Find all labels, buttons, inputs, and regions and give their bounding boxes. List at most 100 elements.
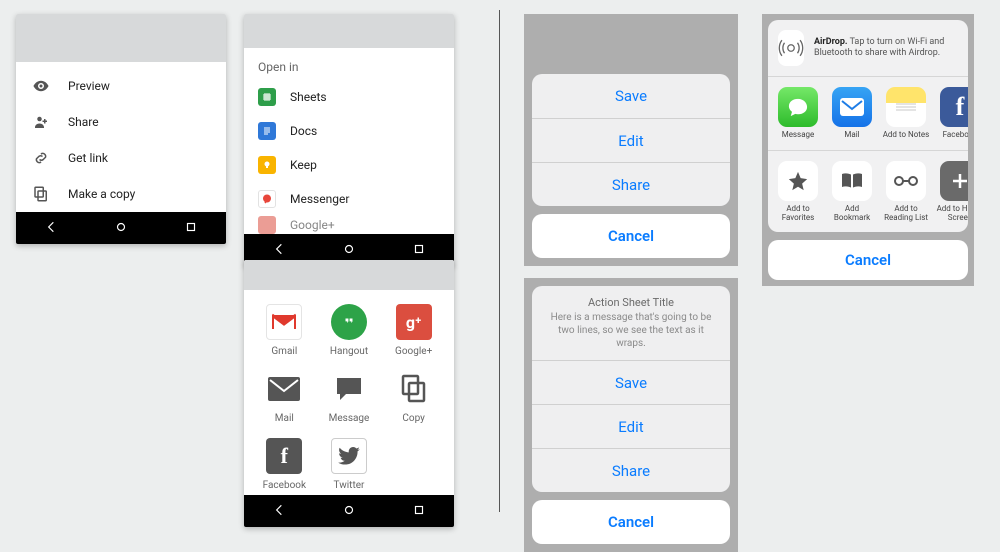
share-grid: Gmail Hangout g⁺ Google+ Mail Message Co…: [244, 290, 454, 495]
cancel-button[interactable]: Cancel: [768, 240, 968, 280]
menu-item-label: Share: [68, 115, 99, 129]
action-share[interactable]: Share: [532, 448, 730, 492]
eye-icon: [30, 77, 52, 95]
action-edit[interactable]: Edit: [532, 404, 730, 448]
action-add-bookmark[interactable]: Add Bookmark: [828, 161, 876, 223]
message-icon: [331, 371, 367, 407]
copy-icon: [30, 185, 52, 203]
nav-recent-icon[interactable]: [412, 503, 426, 520]
share-label: Copy: [402, 413, 425, 424]
share-facebook[interactable]: f Facebook: [252, 438, 317, 491]
nav-back-icon[interactable]: [272, 242, 286, 259]
star-icon: [778, 161, 818, 201]
action-add-favorites[interactable]: Add to Favorites: [774, 161, 822, 223]
action-sheet-options: Action Sheet Title Here is a message tha…: [532, 286, 730, 492]
nav-back-icon[interactable]: [272, 503, 286, 520]
nav-back-icon[interactable]: [44, 220, 58, 237]
action-reading-list[interactable]: Add to Reading List: [882, 161, 930, 223]
action-home-screen[interactable]: Add to Home Screen: [936, 161, 968, 223]
action-label: Add Bookmark: [828, 205, 876, 223]
open-in-list: Sheets Docs Keep Messenger Google+: [244, 80, 454, 234]
cancel-label: Cancel: [608, 227, 654, 245]
share-label: Gmail: [271, 346, 297, 357]
open-in-docs[interactable]: Docs: [244, 114, 454, 148]
action-save[interactable]: Save: [532, 360, 730, 404]
airdrop-icon: [778, 30, 804, 66]
share-label: Message: [329, 413, 370, 424]
share-mail[interactable]: Mail: [252, 371, 317, 424]
option-label: Edit: [618, 132, 643, 150]
gmail-icon: [266, 304, 302, 340]
action-edit[interactable]: Edit: [532, 118, 730, 162]
share-label: Twitter: [334, 480, 365, 491]
cancel-label: Cancel: [608, 513, 654, 531]
action-label: Add to Reading List: [882, 205, 930, 223]
share-action-row: Add to Favorites Add Bookmark Add to Rea…: [768, 151, 968, 233]
app-label: Keep: [290, 158, 317, 172]
action-save[interactable]: Save: [532, 74, 730, 118]
nav-home-icon[interactable]: [342, 242, 356, 259]
imessage-icon: [778, 87, 818, 127]
menu-item-share[interactable]: Share: [16, 104, 226, 140]
app-label: Messenger: [290, 192, 349, 206]
messenger-icon: [258, 190, 276, 208]
ios-share-sheet: AirDrop. Tap to turn on Wi-Fi and Blueto…: [762, 14, 974, 286]
menu-item-get-link[interactable]: Get link: [16, 140, 226, 176]
share-app-row: Message Mail Add to Notes f Facebook: [768, 77, 968, 151]
keep-icon: [258, 156, 276, 174]
menu-item-preview[interactable]: Preview: [16, 68, 226, 104]
sheet-message: Here is a message that's going to be two…: [532, 311, 730, 360]
hangout-icon: [331, 304, 367, 340]
facebook-icon: f: [940, 87, 968, 127]
airdrop-row[interactable]: AirDrop. Tap to turn on Wi-Fi and Blueto…: [768, 20, 968, 77]
iosmail-icon: [832, 87, 872, 127]
nav-home-icon[interactable]: [342, 503, 356, 520]
ios-action-sheet-simple: Save Edit Share Cancel: [524, 14, 738, 266]
nav-home-icon[interactable]: [114, 220, 128, 237]
open-in-sheets[interactable]: Sheets: [244, 80, 454, 114]
open-in-keep[interactable]: Keep: [244, 148, 454, 182]
share-copy[interactable]: Copy: [381, 371, 446, 424]
share-google-plus[interactable]: g⁺ Google+: [381, 304, 446, 357]
share-message[interactable]: Message: [317, 371, 382, 424]
share-message[interactable]: Message: [774, 87, 822, 140]
android-header: [16, 14, 226, 62]
book-icon: [832, 161, 872, 201]
option-label: Save: [615, 87, 647, 105]
option-label: Edit: [618, 418, 643, 436]
share-facebook[interactable]: f Facebook: [936, 87, 968, 140]
share-hangout[interactable]: Hangout: [317, 304, 382, 357]
share-add-notes[interactable]: Add to Notes: [882, 87, 930, 140]
menu-item-make-copy[interactable]: Make a copy: [16, 176, 226, 212]
menu-item-label: Make a copy: [68, 187, 135, 201]
action-label: Add to Favorites: [774, 205, 822, 223]
android-action-list: Preview Share Get link Make a copy: [16, 62, 226, 212]
option-label: Save: [615, 374, 647, 392]
app-label: Docs: [290, 124, 317, 138]
facebook-icon: f: [266, 438, 302, 474]
share-twitter[interactable]: Twitter: [317, 438, 382, 491]
menu-item-label: Get link: [68, 151, 108, 165]
android-bottom-sheet-actions: Preview Share Get link Make a copy: [16, 14, 226, 244]
share-label: Mail: [275, 413, 294, 424]
app-label: Message: [782, 131, 815, 140]
nav-recent-icon[interactable]: [412, 242, 426, 259]
open-in-google-plus[interactable]: Google+: [244, 216, 454, 234]
nav-recent-icon[interactable]: [184, 220, 198, 237]
share-label: Google+: [395, 346, 432, 357]
action-share[interactable]: Share: [532, 162, 730, 206]
plus-icon: [940, 161, 968, 201]
sheets-icon: [258, 88, 276, 106]
share-mail[interactable]: Mail: [828, 87, 876, 140]
android-nav-bar: [244, 495, 454, 527]
link-icon: [30, 149, 52, 167]
ios-column: Save Edit Share Cancel Action Sheet Titl…: [500, 0, 1000, 522]
action-label: Add to Home Screen: [936, 205, 968, 223]
cancel-button[interactable]: Cancel: [532, 500, 730, 544]
share-gmail[interactable]: Gmail: [252, 304, 317, 357]
share-sheet-body: AirDrop. Tap to turn on Wi-Fi and Blueto…: [768, 20, 968, 232]
open-in-messenger[interactable]: Messenger: [244, 182, 454, 216]
cancel-button[interactable]: Cancel: [532, 214, 730, 258]
gplus-icon: g⁺: [396, 304, 432, 340]
mail-icon: [266, 371, 302, 407]
